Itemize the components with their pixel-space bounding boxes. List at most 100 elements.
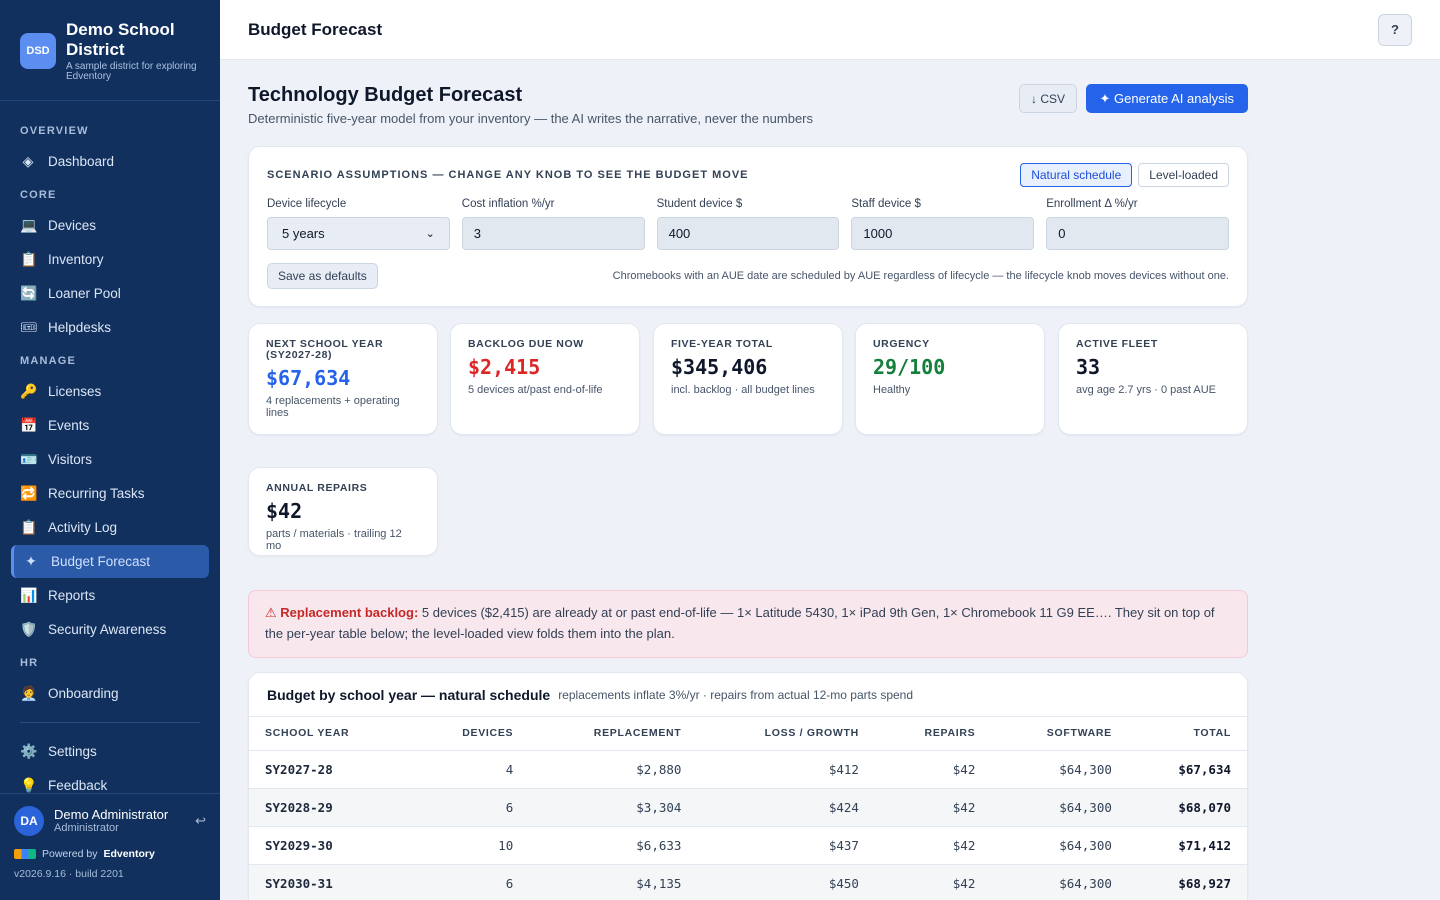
brand-logo: DSD — [20, 33, 56, 69]
id-card-icon: 🪪 — [20, 451, 38, 467]
help-button[interactable]: ? — [1378, 13, 1412, 46]
sidebar-item-label: Security Awareness — [48, 622, 167, 637]
stat-sub: incl. backlog · all budget lines — [671, 384, 815, 396]
stat-label: BACKLOG DUE NOW — [468, 338, 584, 350]
sidebar-item-reports[interactable]: 📊 Reports — [11, 579, 209, 612]
sidebar-item-visitors[interactable]: 🪪 Visitors — [11, 443, 209, 476]
enrollment-field-group: Enrollment Δ %/yr 0 — [1046, 198, 1229, 250]
table-cell: SY2029-30 — [249, 826, 413, 865]
sidebar-item-helpdesks[interactable]: 🎟 Helpdesks — [11, 311, 209, 344]
nav-divider — [20, 722, 200, 723]
student-device-cost-input[interactable]: 400 — [656, 217, 840, 250]
sidebar-item-label: Activity Log — [48, 520, 118, 535]
field-label: Device lifecycle — [267, 198, 347, 210]
cost-inflation-input[interactable]: 3 — [461, 217, 645, 250]
sidebar-item-label: Licenses — [48, 384, 102, 399]
person-icon: 🧑‍💼 — [20, 685, 38, 701]
natural-schedule-toggle[interactable]: Natural schedule — [1020, 163, 1133, 187]
stat-label: FIVE-YEAR TOTAL — [671, 338, 773, 350]
brand[interactable]: DSD Demo School District A sample distri… — [0, 0, 220, 101]
table-cell: $42 — [874, 750, 992, 789]
stat-sub: 5 devices at/past end-of-life — [468, 384, 603, 396]
table-cell: $4,135 — [529, 864, 698, 900]
stat-card-annual-repairs: ANNUAL REPAIRS $42 parts / materials · t… — [248, 467, 438, 556]
sidebar-item-settings[interactable]: ⚙️ Settings — [11, 735, 209, 768]
stat-label: ACTIVE FLEET — [1076, 338, 1158, 350]
stat-label: URGENCY — [873, 338, 930, 350]
table-cell: $437 — [697, 826, 875, 865]
device-lifecycle-select[interactable]: 5 years ⌄ — [267, 217, 450, 250]
sidebar-item-licenses[interactable]: 🔑 Licenses — [11, 375, 209, 408]
table-cell: $424 — [697, 788, 875, 827]
save-defaults-button[interactable]: Save as defaults — [267, 263, 378, 289]
column-header: REPLACEMENT — [529, 717, 698, 751]
scenario-assumptions-card: SCENARIO ASSUMPTIONS — CHANGE ANY KNOB T… — [248, 146, 1248, 307]
sidebar-item-label: Events — [48, 418, 90, 433]
table-cell: $68,927 — [1127, 864, 1247, 900]
avatar: DA — [14, 806, 44, 836]
field-label: Enrollment Δ %/yr — [1046, 198, 1138, 210]
column-header: TOTAL — [1127, 717, 1247, 751]
table-cell: $6,633 — [529, 826, 698, 865]
level-loaded-toggle[interactable]: Level-loaded — [1138, 163, 1229, 187]
enrollment-change-input[interactable]: 0 — [1046, 217, 1229, 250]
table-row: SY2030-31 6 $4,135 $450 $42 $64,300 $68,… — [249, 864, 1247, 900]
cycle-icon: 🔄 — [20, 285, 38, 301]
field-label: Student device $ — [656, 198, 743, 210]
table-cell: $2,880 — [529, 750, 698, 789]
staff-device-cost-input[interactable]: 1000 — [851, 217, 1035, 250]
main-content: Technology Budget Forecast Deterministic… — [248, 60, 1248, 900]
sidebar-item-activity-log[interactable]: 📋 Activity Log — [11, 511, 209, 544]
stat-card-next-school-year: NEXT SCHOOL YEAR (SY2027-28) $67,634 4 r… — [248, 323, 438, 435]
sparkle-icon: ✦ — [25, 553, 37, 569]
table-cell: $450 — [697, 864, 875, 900]
user-profile[interactable]: DA Demo Administrator Administrator ↩ — [14, 806, 206, 836]
scenario-note: Chromebooks with an AUE date are schedul… — [612, 270, 1229, 282]
sidebar-item-inventory[interactable]: 📋 Inventory — [11, 243, 209, 276]
sidebar-item-recurring-tasks[interactable]: 🔁 Recurring Tasks — [11, 477, 209, 510]
sidebar-item-dashboard[interactable]: ◈ Dashboard — [11, 145, 209, 178]
stat-value: $67,634 — [266, 366, 351, 390]
stat-value: 29/100 — [873, 355, 946, 379]
sidebar-item-events[interactable]: 📅 Events — [11, 409, 209, 442]
table-cell: $3,304 — [529, 788, 698, 827]
sidebar-item-label: Onboarding — [48, 686, 119, 701]
student-field-group: Student device $ 400 — [656, 198, 840, 250]
table-cell: $412 — [697, 750, 875, 789]
key-icon: 🔑 — [20, 383, 38, 399]
sidebar-item-onboarding[interactable]: 🧑‍💼 Onboarding — [11, 677, 209, 710]
sidebar-item-label: Helpdesks — [48, 320, 112, 335]
table-title: Budget by school year — natural schedule — [267, 686, 551, 703]
sidebar-item-label: Settings — [48, 744, 97, 759]
sidebar-item-label: Budget Forecast — [51, 554, 151, 569]
table-cell: $42 — [874, 826, 992, 865]
column-header: REPAIRS — [874, 717, 992, 751]
sidebar-item-loaner-pool[interactable]: 🔄 Loaner Pool — [11, 277, 209, 310]
stat-card-active-fleet: ACTIVE FLEET 33 avg age 2.7 yrs · 0 past… — [1058, 323, 1248, 435]
table-cell: $42 — [874, 864, 992, 900]
budget-table-card: Budget by school year — natural schedule… — [248, 672, 1248, 900]
sidebar-item-security-awareness[interactable]: 🛡️ Security Awareness — [11, 613, 209, 646]
sidebar-item-label: Reports — [48, 588, 96, 603]
sidebar-item-budget-forecast[interactable]: ✦ Budget Forecast — [11, 545, 209, 578]
sidebar-item-label: Visitors — [48, 452, 93, 467]
logout-icon[interactable]: ↩ — [195, 813, 206, 829]
replacement-backlog-alert: ⚠ Replacement backlog: 5 devices ($2,415… — [248, 590, 1248, 658]
topbar: Budget Forecast ? — [220, 0, 1440, 60]
table-subtitle: replacements inflate 3%/yr · repairs fro… — [558, 687, 914, 702]
stat-card-five-year-total: FIVE-YEAR TOTAL $345,406 incl. backlog ·… — [653, 323, 843, 435]
table-cell: $64,300 — [991, 788, 1128, 827]
table-row: SY2029-30 10 $6,633 $437 $42 $64,300 $71… — [249, 826, 1247, 865]
generate-ai-analysis-button[interactable]: ✦ Generate AI analysis — [1085, 84, 1248, 113]
export-csv-button[interactable]: ↓ CSV — [1018, 84, 1077, 113]
table-cell: $64,300 — [991, 750, 1128, 789]
sidebar-item-devices[interactable]: 💻 Devices — [11, 209, 209, 242]
lifecycle-field-group: Device lifecycle 5 years ⌄ — [267, 198, 450, 250]
column-header: DEVICES — [412, 717, 530, 751]
brand-name: Demo School District — [66, 20, 175, 59]
sidebar-item-label: Loaner Pool — [48, 286, 121, 301]
page-header: Technology Budget Forecast Deterministic… — [248, 60, 1248, 146]
sidebar-item-label: Inventory — [48, 252, 104, 267]
ticket-icon: 🎟 — [20, 319, 38, 335]
laptop-icon: 💻 — [20, 217, 38, 233]
